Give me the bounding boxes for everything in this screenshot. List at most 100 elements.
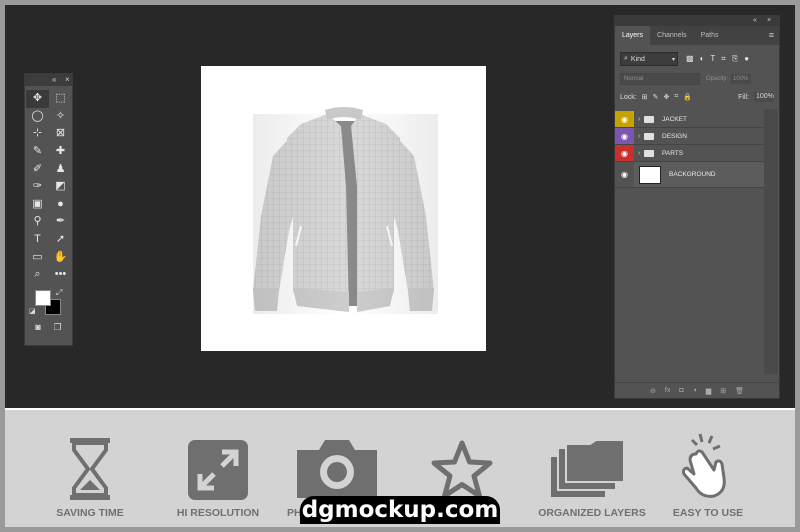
eye-icon[interactable]: ◉ <box>615 162 634 187</box>
lock-image-icon[interactable]: ✎ <box>653 93 659 101</box>
new-group-icon[interactable]: ▆ <box>706 387 711 395</box>
layers-panel-footer: ⊖ fx ◘ ◑ ▆ ⊞ 🗑 <box>615 382 779 398</box>
dodge-icon[interactable]: ⚲ <box>26 213 49 231</box>
filter-adjustment-icon[interactable]: ◐ <box>700 54 705 64</box>
layers-scrollbar[interactable] <box>764 109 778 374</box>
hand-icon[interactable]: ✋ <box>49 248 72 266</box>
adjustment-layer-icon[interactable]: ◑ <box>693 387 697 394</box>
lock-artboard-icon[interactable]: ⌗ <box>674 93 678 101</box>
stamp-icon[interactable]: ♟ <box>49 160 72 178</box>
layer-name: BACKGROUND <box>669 171 716 178</box>
swap-colors-icon[interactable]: ⤢ <box>56 288 62 298</box>
eye-icon[interactable]: ◉ <box>615 145 634 161</box>
folder-icon <box>644 115 654 123</box>
pen-icon[interactable]: ✒ <box>49 213 72 231</box>
fill-field[interactable]: 100% <box>754 92 774 102</box>
lock-label: Lock: <box>620 93 637 101</box>
feature-label: HI RESOLUTION <box>176 507 260 519</box>
chevron-down-icon: ▾ <box>671 56 675 63</box>
filter-row: ⌕ Kind ▾ ▩ ◐ T ⌗ ⎘ ● <box>615 48 779 70</box>
frame-icon[interactable]: ⊠ <box>49 125 72 143</box>
star-icon <box>431 440 493 499</box>
panel-menu-icon[interactable]: ≡ <box>769 30 774 40</box>
chevron-right-icon[interactable]: › <box>634 116 644 123</box>
feature-label: ORGANIZED LAYERS <box>538 507 646 519</box>
tab-layers[interactable]: Layers <box>615 26 651 45</box>
layer-row[interactable]: ◉ › PARTS <box>615 145 764 162</box>
eyedropper-icon[interactable]: ✎ <box>26 143 49 161</box>
filter-pixel-icon[interactable]: ▩ <box>686 54 694 64</box>
lasso-icon[interactable]: ◯ <box>26 108 49 126</box>
gradient-icon[interactable]: ▣ <box>26 196 49 214</box>
filter-smart-object-icon[interactable]: ⎘ <box>732 54 738 64</box>
layer-list: ◉ › JACKET ◉ › DESIGN ◉ › PARTS ◉ BACKGROUND <box>615 111 764 188</box>
foreground-color-swatch[interactable] <box>35 289 51 306</box>
filter-toggle-icon[interactable]: ● <box>744 54 749 64</box>
lock-all-icon[interactable]: 🔒 <box>683 93 692 101</box>
folder-icon <box>644 132 654 140</box>
chevron-right-icon[interactable]: › <box>634 150 644 157</box>
link-layers-icon[interactable]: ⊖ <box>650 387 656 395</box>
collapse-icon[interactable]: « <box>52 74 56 86</box>
tools-palette: « × ✥ ⬚ ◯ ✧ ⊹ ⊠ ✎ ✚ ✐ ♟ ✑ ◩ ▣ ● ⚲ ✒ T ➚ ▭ ✋ ⌕ ••• ⤢ ◪ ◙ ❐ <box>24 73 73 346</box>
tab-paths[interactable]: Paths <box>694 26 726 45</box>
tools-grid: ✥ ⬚ ◯ ✧ ⊹ ⊠ ✎ ✚ ✐ ♟ ✑ ◩ ▣ ● ⚲ ✒ T ➚ ▭ ✋ ⌕ ••• <box>25 86 72 284</box>
layers-panel-header[interactable]: « × <box>615 16 779 26</box>
trash-icon[interactable]: 🗑 <box>735 387 744 395</box>
layer-name: PARTS <box>662 149 684 157</box>
lock-position-icon[interactable]: ✥ <box>663 93 669 101</box>
layer-thumbnail <box>639 165 661 184</box>
layer-row[interactable]: ◉ BACKGROUND <box>615 162 764 188</box>
filter-type-icon[interactable]: T <box>710 54 715 64</box>
filter-shape-icon[interactable]: ⌗ <box>721 54 726 64</box>
screen-mode-icon[interactable]: ❐ <box>54 322 62 333</box>
close-icon[interactable]: × <box>767 16 771 26</box>
magic-wand-icon[interactable]: ✧ <box>49 108 72 126</box>
eraser-icon[interactable]: ◩ <box>49 178 72 196</box>
rectangle-icon[interactable]: ▭ <box>26 248 49 266</box>
eye-icon[interactable]: ◉ <box>615 111 634 127</box>
jacket-mockup-image <box>253 107 438 314</box>
search-icon: ⌕ <box>624 55 628 62</box>
marquee-icon[interactable]: ⬚ <box>49 90 72 108</box>
opacity-label: Opacity: <box>706 76 729 82</box>
type-icon[interactable]: T <box>26 231 49 249</box>
path-selection-icon[interactable]: ➚ <box>49 231 72 249</box>
crop-icon[interactable]: ⊹ <box>26 125 49 143</box>
watermark: dgmockup.com <box>300 496 500 524</box>
close-icon[interactable]: × <box>65 74 70 86</box>
chevron-right-icon[interactable]: › <box>634 133 644 140</box>
layer-row[interactable]: ◉ › DESIGN <box>615 128 764 145</box>
workspace: « × ✥ ⬚ ◯ ✧ ⊹ ⊠ ✎ ✚ ✐ ♟ ✑ ◩ ▣ ● ⚲ ✒ T ➚ ▭ ✋ ⌕ ••• ⤢ ◪ ◙ ❐ <box>5 5 795 408</box>
blur-icon[interactable]: ● <box>49 196 72 214</box>
blend-row: Normal Opacity: 100% <box>615 70 779 88</box>
default-colors-icon[interactable]: ◪ <box>29 307 36 315</box>
document-canvas[interactable] <box>201 66 486 351</box>
tab-channels[interactable]: Channels <box>650 26 694 45</box>
quick-mask-icon[interactable]: ◙ <box>35 322 40 333</box>
move-icon[interactable]: ✥ <box>26 90 49 108</box>
zoom-icon[interactable]: ⌕ <box>26 266 49 284</box>
layer-row[interactable]: ◉ › JACKET <box>615 111 764 128</box>
filter-icons: ▩ ◐ T ⌗ ⎘ ● <box>686 54 749 64</box>
lock-row: Lock: ⊞ ✎ ✥ ⌗ 🔒 Fill: 100% <box>615 88 779 106</box>
lock-transparent-icon[interactable]: ⊞ <box>642 93 648 101</box>
brush-icon[interactable]: ✐ <box>26 160 49 178</box>
filter-kind-select[interactable]: ⌕ Kind ▾ <box>620 52 678 66</box>
tools-bottom: ◙ ❐ <box>25 320 72 335</box>
collapse-icon[interactable]: « <box>753 16 757 26</box>
new-layer-icon[interactable]: ⊞ <box>720 387 726 395</box>
tools-palette-header[interactable]: « × <box>25 74 72 86</box>
filter-kind-label: Kind <box>630 55 645 63</box>
healing-brush-icon[interactable]: ✚ <box>49 143 72 161</box>
history-brush-icon[interactable]: ✑ <box>26 178 49 196</box>
click-hand-icon <box>681 433 726 498</box>
more-tools-icon[interactable]: ••• <box>49 266 72 284</box>
hourglass-icon <box>70 438 110 500</box>
blend-mode-select[interactable]: Normal <box>620 73 700 85</box>
camera-icon <box>297 440 377 498</box>
opacity-field[interactable]: 100% <box>731 74 752 84</box>
fx-icon[interactable]: fx <box>665 387 670 394</box>
add-mask-icon[interactable]: ◘ <box>679 387 683 394</box>
eye-icon[interactable]: ◉ <box>615 128 634 144</box>
